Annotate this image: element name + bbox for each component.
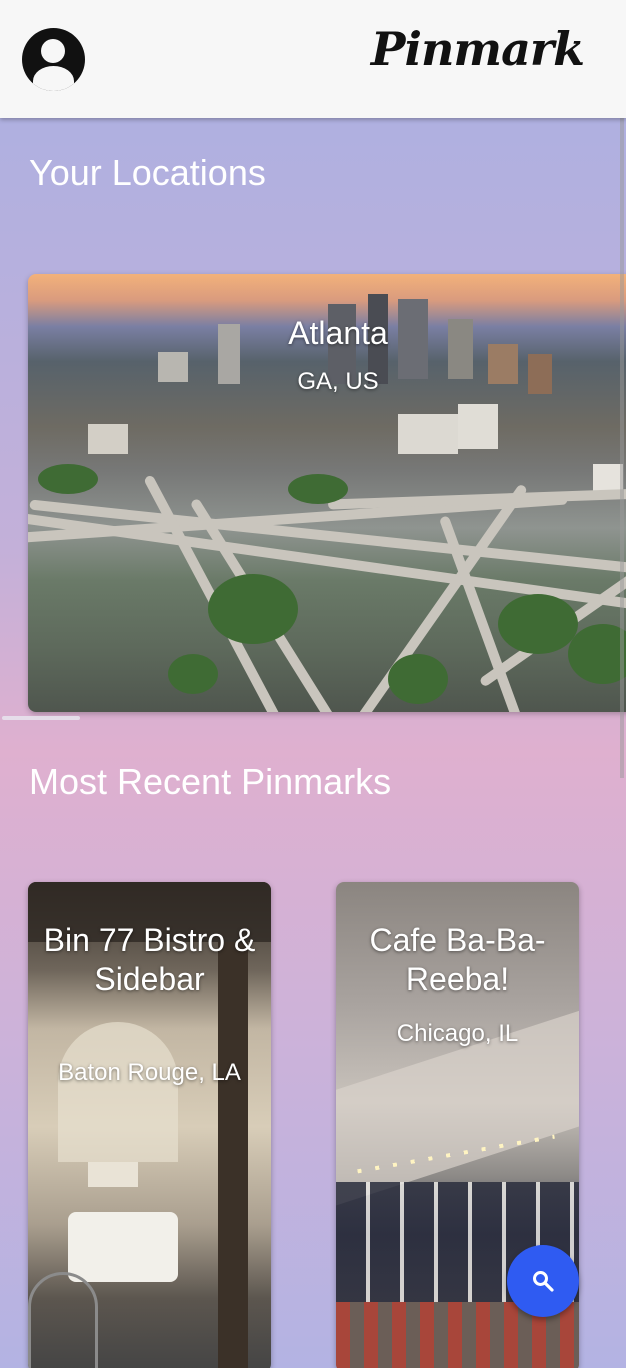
app-logo: Pinmark [370, 22, 585, 76]
location-city: Atlanta [288, 315, 388, 351]
section-title-locations: Your Locations [29, 152, 266, 193]
pinmark-place: Baton Rouge, LA [58, 1059, 241, 1086]
account-circle-icon[interactable] [22, 28, 85, 91]
search-icon [533, 1271, 554, 1292]
vertical-scrollbar[interactable] [620, 118, 624, 778]
location-region: GA, US [297, 368, 379, 395]
home-screen: Pinmark Your Locations Atlanta GA, US Mo… [0, 0, 626, 1368]
pinmark-card[interactable]: Bin 77 Bistro & Sidebar Baton Rouge, LA [28, 882, 271, 1368]
pinmark-name: Bin 77 Bistro & Sidebar [43, 922, 256, 997]
pinmark-place: Chicago, IL [396, 1020, 519, 1047]
horizontal-scrollbar[interactable] [2, 716, 80, 720]
section-title-recent: Most Recent Pinmarks [29, 761, 392, 802]
pinmark-name: Cafe Ba-Ba-Reeba! [369, 922, 546, 997]
app-header: Pinmark [0, 0, 626, 118]
search-button[interactable] [507, 1245, 579, 1317]
location-card[interactable]: Atlanta GA, US [28, 274, 626, 712]
